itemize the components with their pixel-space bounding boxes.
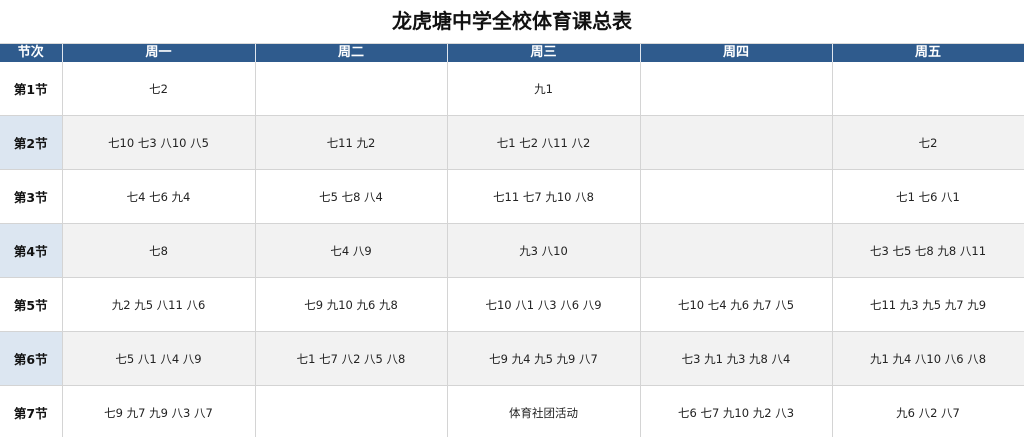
table-cell[interactable]: 七5 八1 八4 八9 <box>62 331 256 386</box>
table-cell[interactable]: 九3 八10 <box>447 223 641 278</box>
table-cell[interactable]: 七4 八9 <box>255 223 448 278</box>
table-cell[interactable]: 七11 七7 九10 八8 <box>447 169 641 224</box>
header-friday: 周五 <box>832 44 1024 62</box>
table-row: 第1节 七2 九1 <box>0 62 1024 116</box>
table-cell[interactable]: 七10 七4 九6 九7 八5 <box>640 277 833 332</box>
table-row: 第3节 七4 七6 九4 七5 七8 八4 七11 七7 九10 八8 七1 七… <box>0 169 1024 224</box>
table-cell[interactable] <box>640 115 833 170</box>
header-tuesday: 周二 <box>255 44 448 62</box>
header-wednesday: 周三 <box>447 44 641 62</box>
period-label: 第6节 <box>0 331 63 386</box>
table-cell[interactable]: 九2 九5 八11 八6 <box>62 277 256 332</box>
table-cell[interactable]: 七8 <box>62 223 256 278</box>
table-cell[interactable] <box>640 62 833 116</box>
table-cell[interactable]: 体育社团活动 <box>447 385 641 437</box>
table-cell[interactable]: 七9 九7 九9 八3 八7 <box>62 385 256 437</box>
table-row: 第2节 七10 七3 八10 八5 七11 九2 七1 七2 八11 八2 七2 <box>0 115 1024 170</box>
table-cell[interactable]: 七4 七6 九4 <box>62 169 256 224</box>
header-monday: 周一 <box>62 44 256 62</box>
table-cell[interactable] <box>255 385 448 437</box>
page-title: 龙虎塘中学全校体育课总表 <box>0 0 1024 44</box>
schedule-sheet: 龙虎塘中学全校体育课总表 节次 周一 周二 周三 周四 周五 第1节 七2 九1… <box>0 0 1024 437</box>
table-cell[interactable]: 七11 九3 九5 九7 九9 <box>832 277 1024 332</box>
period-label: 第5节 <box>0 277 63 332</box>
period-label: 第7节 <box>0 385 63 437</box>
table-cell[interactable]: 七10 七3 八10 八5 <box>62 115 256 170</box>
table-cell[interactable]: 七9 九10 九6 九8 <box>255 277 448 332</box>
table-cell[interactable]: 七5 七8 八4 <box>255 169 448 224</box>
table-cell[interactable]: 七1 七7 八2 八5 八8 <box>255 331 448 386</box>
table-cell[interactable]: 七2 <box>832 115 1024 170</box>
table-cell[interactable]: 七10 八1 八3 八6 八9 <box>447 277 641 332</box>
table-cell[interactable]: 七2 <box>62 62 256 116</box>
table-cell[interactable]: 七1 七6 八1 <box>832 169 1024 224</box>
period-label: 第3节 <box>0 169 63 224</box>
header-period: 节次 <box>0 44 63 62</box>
table-cell[interactable]: 七3 七5 七8 九8 八11 <box>832 223 1024 278</box>
table-cell[interactable]: 九1 <box>447 62 641 116</box>
table-cell[interactable] <box>640 169 833 224</box>
period-label: 第4节 <box>0 223 63 278</box>
table-row: 第4节 七8 七4 八9 九3 八10 七3 七5 七8 九8 八11 <box>0 223 1024 278</box>
period-label: 第1节 <box>0 62 63 116</box>
table-cell[interactable]: 七11 九2 <box>255 115 448 170</box>
table-row: 第6节 七5 八1 八4 八9 七1 七7 八2 八5 八8 七9 九4 九5 … <box>0 331 1024 386</box>
table-cell[interactable]: 七9 九4 九5 九9 八7 <box>447 331 641 386</box>
header-row: 节次 周一 周二 周三 周四 周五 <box>0 44 1024 62</box>
table-cell[interactable]: 七3 九1 九3 九8 八4 <box>640 331 833 386</box>
period-label: 第2节 <box>0 115 63 170</box>
table-row: 第5节 九2 九5 八11 八6 七9 九10 九6 九8 七10 八1 八3 … <box>0 277 1024 332</box>
table-cell[interactable]: 九6 八2 八7 <box>832 385 1024 437</box>
table-cell[interactable]: 九1 九4 八10 八6 八8 <box>832 331 1024 386</box>
table-cell[interactable]: 七1 七2 八11 八2 <box>447 115 641 170</box>
table-cell[interactable] <box>832 62 1024 116</box>
table-cell[interactable]: 七6 七7 九10 九2 八3 <box>640 385 833 437</box>
table-row: 第7节 七9 九7 九9 八3 八7 体育社团活动 七6 七7 九10 九2 八… <box>0 385 1024 437</box>
schedule-table: 节次 周一 周二 周三 周四 周五 第1节 七2 九1 第2节 七10 七3 八… <box>0 44 1024 437</box>
table-cell[interactable] <box>255 62 448 116</box>
header-thursday: 周四 <box>640 44 833 62</box>
table-cell[interactable] <box>640 223 833 278</box>
